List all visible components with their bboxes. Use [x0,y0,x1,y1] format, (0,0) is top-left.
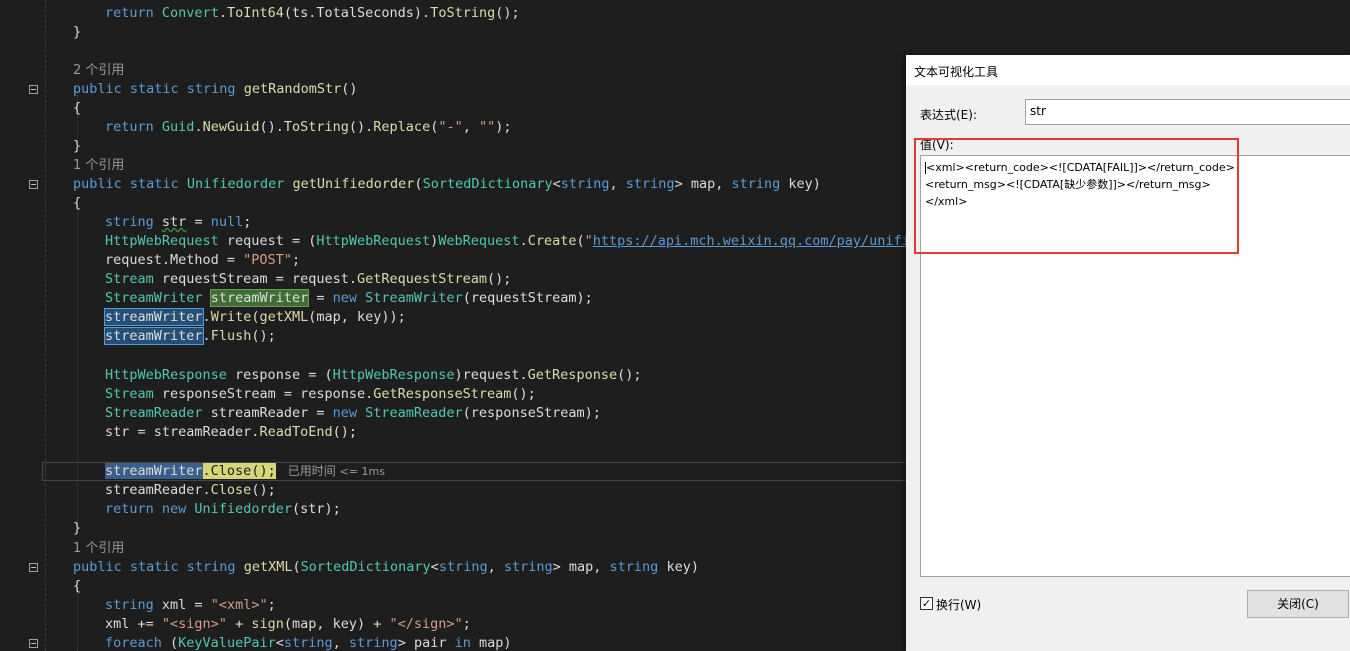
wrap-checkbox[interactable]: ✓ [920,597,933,610]
code-line[interactable]: foreach (KeyValuePair<string, string> pa… [105,634,512,651]
gutter-separator [45,0,46,651]
expression-input[interactable]: str [1025,99,1350,125]
code-line[interactable]: StreamReader streamReader = new StreamRe… [105,404,601,423]
code-line[interactable]: streamWriter.Write(getXML(map, key)); [104,308,406,327]
string-literal: " [584,233,593,249]
expression-label: 表达式(E): [920,108,977,122]
url-link[interactable]: https://api.mch.weixin.qq.com/pay/unifie… [593,233,943,249]
code-line[interactable]: str = streamReader.ReadToEnd(); [105,423,357,442]
string-literal: "" [479,119,496,135]
code-line[interactable]: return Convert.ToInt64(ts.TotalSeconds).… [105,4,520,23]
string-literal: "POST" [243,252,292,268]
string-literal: "<sign>" [161,616,227,632]
collapse-icon[interactable] [29,639,38,648]
wrap-label[interactable]: 换行(W) [936,596,981,613]
code-line[interactable]: return Guid.NewGuid().ToString().Replace… [105,118,512,137]
code-line[interactable]: HttpWebRequest request = (HttpWebRequest… [105,232,942,251]
string-literal: "-" [438,119,463,135]
reference-count[interactable]: 2 个引用 [73,61,124,80]
collapse-icon[interactable] [29,180,38,189]
collapse-icon[interactable] [29,563,38,572]
code-line[interactable]: } [73,519,81,538]
code-line[interactable]: public static string getRandomStr() [73,80,358,99]
code-line[interactable]: Stream responseStream = response.GetResp… [105,385,536,404]
dialog-title: 文本可视化工具 [914,65,999,79]
code-line[interactable]: public static Unifiedorder getUnifiedord… [73,175,821,194]
code-line[interactable]: { [73,194,81,213]
annotation-highlight-box [914,138,1239,254]
code-line[interactable]: public static string getXML(SortedDictio… [73,558,699,577]
perf-tip: 已用时间 <= 1ms [287,464,385,478]
code-line[interactable]: HttpWebResponse response = (HttpWebRespo… [105,366,641,385]
code-line[interactable]: string xml = "<xml>"; [105,596,276,615]
code-line[interactable]: } [73,23,81,42]
reference-count[interactable]: 1 个引用 [73,156,124,175]
code-line[interactable]: } [73,137,81,156]
code-line[interactable]: string str = null; [105,213,251,232]
code-line[interactable]: Stream requestStream = request.GetReques… [105,270,511,289]
code-line[interactable]: { [73,99,81,118]
string-literal: "<xml>" [210,597,268,613]
code-line[interactable]: request.Method = "POST"; [105,251,300,270]
code-line[interactable]: return new Unifiedorder(str); [105,500,341,519]
indent-guide [77,593,78,651]
code-line[interactable]: { [73,577,81,596]
code-line[interactable]: xml += "<sign>" + sign(map, key) + "</si… [105,615,471,634]
collapse-icon[interactable] [29,85,38,94]
code-line[interactable]: StreamWriter streamWriter = new StreamWr… [105,289,593,308]
close-button[interactable]: 关闭(C) [1247,590,1349,618]
code-line[interactable]: streamWriter.Flush(); [104,327,276,346]
code-line[interactable]: streamReader.Close(); [105,481,276,500]
reference-count[interactable]: 1 个引用 [73,539,124,558]
current-code-line[interactable]: streamWriter.Close(); 已用时间 <= 1ms [105,462,385,481]
dialog-titlebar[interactable]: 文本可视化工具 [906,55,1350,85]
string-literal: "</sign>" [389,616,463,632]
